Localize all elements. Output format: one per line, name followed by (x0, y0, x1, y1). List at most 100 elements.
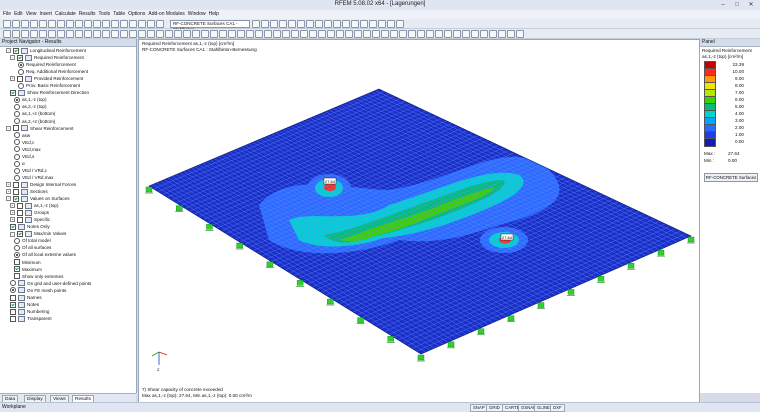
toolbar-button-icon[interactable] (288, 20, 296, 28)
checkbox[interactable] (10, 315, 16, 322)
menu-item-table[interactable]: Table (113, 10, 125, 19)
toolbar-button-icon[interactable] (93, 20, 101, 28)
navigator-item[interactable]: Numbering (10, 308, 49, 315)
toolbar-button-icon[interactable] (315, 20, 323, 28)
navigator-item[interactable]: Minimum (14, 259, 41, 266)
toolbar-button-icon[interactable] (156, 20, 164, 28)
toolbar-button-icon[interactable] (435, 30, 443, 38)
toolbar-button-icon[interactable] (462, 30, 470, 38)
navigator-item[interactable]: Of all local extreme values (14, 251, 76, 259)
toolbar-button-icon[interactable] (327, 30, 335, 38)
toolbar-button-icon[interactable] (387, 20, 395, 28)
toolbar-button-icon[interactable] (39, 20, 47, 28)
navigator-item[interactable]: Show Reinforcement Direction (10, 89, 89, 97)
radio-button[interactable] (14, 174, 20, 181)
radio-button[interactable] (10, 287, 16, 294)
radio-button[interactable] (14, 139, 20, 146)
graphics-view[interactable]: Required Reinforcement as,1,-z (top) [cm… (138, 39, 700, 403)
toolbar-button-icon[interactable] (363, 30, 371, 38)
toolbar-button-icon[interactable] (246, 30, 254, 38)
menu-item-insert[interactable]: Insert (39, 10, 52, 19)
toolbar-button-icon[interactable] (48, 30, 56, 38)
checkbox[interactable] (13, 47, 19, 54)
toolbar-button-icon[interactable] (396, 20, 404, 28)
checkbox[interactable] (10, 294, 16, 301)
menu-item-tools[interactable]: Tools (99, 10, 111, 19)
expand-toggle-icon[interactable]: + (10, 217, 15, 223)
toolbar-button-icon[interactable] (291, 30, 299, 38)
toolbar-button-icon[interactable] (102, 30, 110, 38)
toolbar-button-icon[interactable] (336, 30, 344, 38)
toolbar-button-icon[interactable] (273, 30, 281, 38)
navigator-item[interactable]: as,1,+z (bottom) (14, 110, 55, 118)
checkbox[interactable] (13, 181, 19, 188)
toolbar-button-icon[interactable] (228, 30, 236, 38)
toolbar-button-icon[interactable] (489, 30, 497, 38)
toolbar-button-icon[interactable] (183, 30, 191, 38)
radio-button[interactable] (14, 160, 20, 167)
radio-button[interactable] (14, 132, 20, 139)
toolbar-button-icon[interactable] (111, 30, 119, 38)
menu-item-file[interactable]: File (3, 10, 11, 19)
radio-button[interactable] (14, 245, 20, 252)
menu-item-help[interactable]: Help (209, 10, 219, 19)
toolbar-button-icon[interactable] (390, 30, 398, 38)
navigator-item[interactable]: VEd,c (14, 139, 34, 146)
toolbar-button-icon[interactable] (264, 30, 272, 38)
toolbar-button-icon[interactable] (138, 20, 146, 28)
toolbar-button-icon[interactable] (417, 30, 425, 38)
expand-toggle-icon[interactable]: − (10, 55, 15, 61)
toolbar-button-icon[interactable] (111, 20, 119, 28)
toolbar-button-icon[interactable] (360, 20, 368, 28)
navigator-item[interactable]: Show only extremes (14, 273, 63, 280)
navigator-item[interactable]: Of all surfaces (14, 244, 51, 252)
toolbar-button-icon[interactable] (507, 30, 515, 38)
toolbar-button-icon[interactable] (57, 20, 65, 28)
navigator-item[interactable]: Names (10, 294, 42, 301)
toolbar-button-icon[interactable] (342, 20, 350, 28)
toolbar-button-icon[interactable] (471, 30, 479, 38)
navigator-item[interactable]: + Groups (10, 209, 49, 216)
toolbar-button-icon[interactable] (345, 30, 353, 38)
toolbar-button-icon[interactable] (408, 30, 416, 38)
expand-toggle-icon[interactable]: + (10, 203, 15, 209)
toolbar-button-icon[interactable] (75, 30, 83, 38)
toolbar-button-icon[interactable] (252, 20, 260, 28)
expand-toggle-icon[interactable]: + (10, 76, 15, 82)
navigator-item[interactable]: VEd / VRd,c (14, 167, 47, 174)
radio-button[interactable] (14, 97, 20, 104)
toolbar-button-icon[interactable] (453, 30, 461, 38)
checkbox[interactable] (17, 75, 23, 82)
toolbar-button-icon[interactable] (426, 30, 434, 38)
navigator-item[interactable]: Required Reinforcement (18, 61, 76, 68)
toolbar-button-icon[interactable] (270, 20, 278, 28)
navigator-item[interactable]: On grid and user-defined points (10, 280, 91, 287)
radio-button[interactable] (14, 153, 20, 160)
toolbar-button-icon[interactable] (378, 20, 386, 28)
toolbar-button-icon[interactable] (3, 20, 11, 28)
toolbar-button-icon[interactable] (324, 20, 332, 28)
radio-button[interactable] (14, 238, 20, 245)
navigator-item[interactable]: asw (14, 132, 30, 139)
toolbar-button-icon[interactable] (237, 30, 245, 38)
toolbar-button-icon[interactable] (480, 30, 488, 38)
toolbar-button-icon[interactable] (309, 30, 317, 38)
toolbar-button-icon[interactable] (84, 30, 92, 38)
expand-toggle-icon[interactable]: − (6, 48, 11, 54)
navigator-item[interactable]: Notes (10, 301, 39, 308)
maximize-button[interactable]: □ (730, 1, 744, 9)
toolbar-button-icon[interactable] (261, 20, 269, 28)
toolbar-button-icon[interactable] (48, 20, 56, 28)
checkbox[interactable] (14, 266, 20, 273)
navigator-item[interactable]: VEd,s (14, 153, 34, 160)
toolbar-button-icon[interactable] (201, 30, 209, 38)
radio-button[interactable] (14, 104, 20, 111)
expand-toggle-icon[interactable]: − (10, 231, 15, 237)
toolbar-button-icon[interactable] (21, 30, 29, 38)
toolbar-button-icon[interactable] (156, 30, 164, 38)
radio-button[interactable] (18, 83, 24, 90)
radio-button[interactable] (18, 68, 24, 75)
toolbar-button-icon[interactable] (516, 30, 524, 38)
menu-item-edit[interactable]: Edit (14, 10, 23, 19)
toolbar-button-icon[interactable] (57, 30, 65, 38)
